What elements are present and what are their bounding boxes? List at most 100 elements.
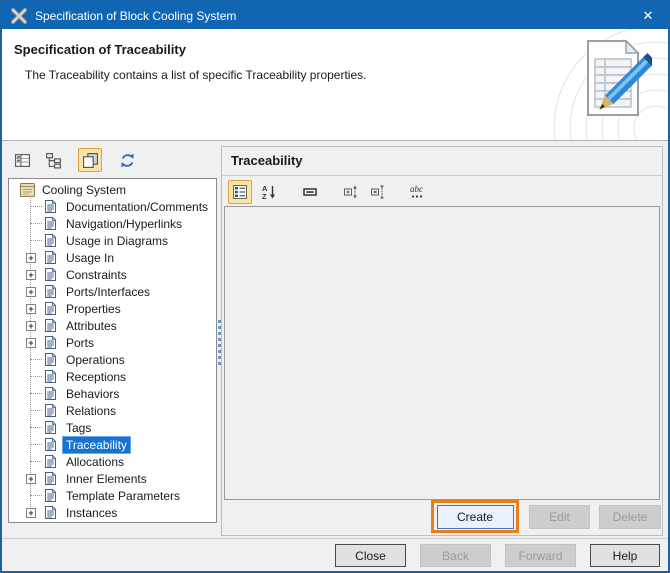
tree-item-inner-elements[interactable]: + Inner Elements xyxy=(9,470,216,487)
tree-item-cooling-system[interactable]: Cooling System xyxy=(9,181,216,198)
block-icon xyxy=(20,182,35,197)
tree-item-label: Attributes xyxy=(66,318,117,333)
filter-properties-icon[interactable]: abc xyxy=(407,180,431,204)
tree-connector xyxy=(30,393,42,394)
traceability-panel: Traceability A Z abc Create Edit Delete xyxy=(221,146,663,536)
specification-tree: Cooling System Documentation/Comments Navi… xyxy=(8,178,217,523)
expand-icon[interactable]: + xyxy=(26,269,36,280)
document-icon xyxy=(44,199,59,214)
panel-title: Traceability xyxy=(231,153,303,168)
tree-connector xyxy=(30,461,42,462)
tree-item-label: Behaviors xyxy=(66,386,120,401)
tree-view-icon[interactable] xyxy=(41,148,65,172)
tree-connector xyxy=(30,376,42,377)
expand-icon[interactable]: + xyxy=(26,252,36,263)
tree-item-usage-in[interactable]: + Usage In xyxy=(9,249,216,266)
tree-item-label: Cooling System xyxy=(42,182,127,197)
document-pencil-icon xyxy=(587,39,652,116)
collapse-nodes-icon[interactable] xyxy=(366,180,390,204)
tree-item-label: Template Parameters xyxy=(66,488,181,503)
tree-item-properties[interactable]: + Properties xyxy=(9,300,216,317)
sort-alphabetically-icon[interactable]: A Z xyxy=(257,180,281,204)
close-icon[interactable]: ✕ xyxy=(628,2,668,29)
document-icon xyxy=(44,454,59,469)
close-button[interactable]: Close xyxy=(335,544,406,567)
document-icon xyxy=(44,488,59,503)
tree-connector xyxy=(30,444,42,445)
tree-item-label: Usage In xyxy=(66,250,115,265)
help-button[interactable]: Help xyxy=(590,544,660,567)
tree-item-attributes[interactable]: + Attributes xyxy=(9,317,216,334)
refresh-icon[interactable] xyxy=(115,148,139,172)
view-mode-toolbar xyxy=(10,148,139,172)
tree-item-label: Ports/Interfaces xyxy=(66,284,151,299)
expand-icon[interactable]: + xyxy=(26,507,36,518)
forward-button: Forward xyxy=(505,544,576,567)
tree-item-allocations[interactable]: Allocations xyxy=(9,453,216,470)
tree-item-template-parameters[interactable]: Template Parameters xyxy=(9,487,216,504)
footer: Close Back Forward Help xyxy=(2,538,668,571)
expand-icon[interactable]: + xyxy=(26,337,36,348)
expand-icon[interactable]: + xyxy=(26,320,36,331)
create-highlight-ring: Create xyxy=(431,500,519,533)
tree-item-label: Inner Elements xyxy=(66,471,147,486)
tree-connector xyxy=(30,410,42,411)
traceability-toolbar: A Z abc xyxy=(228,179,431,204)
document-icon xyxy=(44,335,59,350)
delete-button: Delete xyxy=(599,505,661,529)
expand-icon[interactable]: + xyxy=(26,286,36,297)
traceability-list[interactable] xyxy=(224,206,660,500)
tree-item-traceability[interactable]: Traceability xyxy=(9,436,216,453)
tree-item-documentation-comments[interactable]: Documentation/Comments xyxy=(9,198,216,215)
show-fields-icon[interactable] xyxy=(298,180,322,204)
tree-item-label: Receptions xyxy=(66,369,127,384)
tree-item-usage-in-diagrams[interactable]: Usage in Diagrams xyxy=(9,232,216,249)
svg-text:Z: Z xyxy=(262,192,267,200)
tree-connector xyxy=(30,206,42,207)
document-icon xyxy=(44,403,59,418)
edit-button: Edit xyxy=(529,505,590,529)
categorized-view-icon[interactable] xyxy=(228,179,252,204)
tree-item-ports[interactable]: + Ports xyxy=(9,334,216,351)
cascade-view-icon[interactable] xyxy=(78,148,102,172)
document-icon xyxy=(44,301,59,316)
expand-icon[interactable]: + xyxy=(26,303,36,314)
tree-item-label: Usage in Diagrams xyxy=(66,233,169,248)
svg-text:abc: abc xyxy=(410,184,423,194)
tree-item-label: Properties xyxy=(66,301,121,316)
create-button[interactable]: Create xyxy=(436,504,514,529)
tree-item-instances[interactable]: + Instances xyxy=(9,504,216,521)
tree-item-label: Documentation/Comments xyxy=(66,199,209,214)
document-icon xyxy=(44,420,59,435)
tree-item-relations[interactable]: Relations xyxy=(9,402,216,419)
expand-nodes-icon[interactable] xyxy=(339,180,363,204)
tree-item-constraints[interactable]: + Constraints xyxy=(9,266,216,283)
expand-icon[interactable]: + xyxy=(26,473,36,484)
tree-item-label: Ports xyxy=(66,335,95,350)
document-icon xyxy=(44,284,59,299)
tree-item-label: Instances xyxy=(66,505,118,520)
document-icon xyxy=(44,318,59,333)
properties-view-icon[interactable] xyxy=(10,148,34,172)
window-title: Specification of Block Cooling System xyxy=(35,8,237,23)
tree-item-receptions[interactable]: Receptions xyxy=(9,368,216,385)
document-icon xyxy=(44,437,59,452)
tree-item-ports-interfaces[interactable]: + Ports/Interfaces xyxy=(9,283,216,300)
magicdraw-logo-icon xyxy=(10,7,28,24)
tree-connector xyxy=(30,427,42,428)
document-icon xyxy=(44,250,59,265)
document-icon xyxy=(44,505,59,520)
tree-item-operations[interactable]: Operations xyxy=(9,351,216,368)
tree-item-behaviors[interactable]: Behaviors xyxy=(9,385,216,402)
tree-item-label: Constraints xyxy=(66,267,127,282)
banner-description: The Traceability contains a list of spec… xyxy=(25,68,367,82)
title-bar: Specification of Block Cooling System ✕ xyxy=(2,2,668,29)
tree-item-label: Operations xyxy=(66,352,125,367)
tree-connector xyxy=(30,359,42,360)
tree-item-label: Traceability xyxy=(63,436,130,453)
tree-items: Cooling System Documentation/Comments Navi… xyxy=(9,179,216,521)
tree-item-tags[interactable]: Tags xyxy=(9,419,216,436)
tree-item-navigation-hyperlinks[interactable]: Navigation/Hyperlinks xyxy=(9,215,216,232)
tree-connector xyxy=(30,240,42,241)
tree-item-label: Allocations xyxy=(66,454,125,469)
